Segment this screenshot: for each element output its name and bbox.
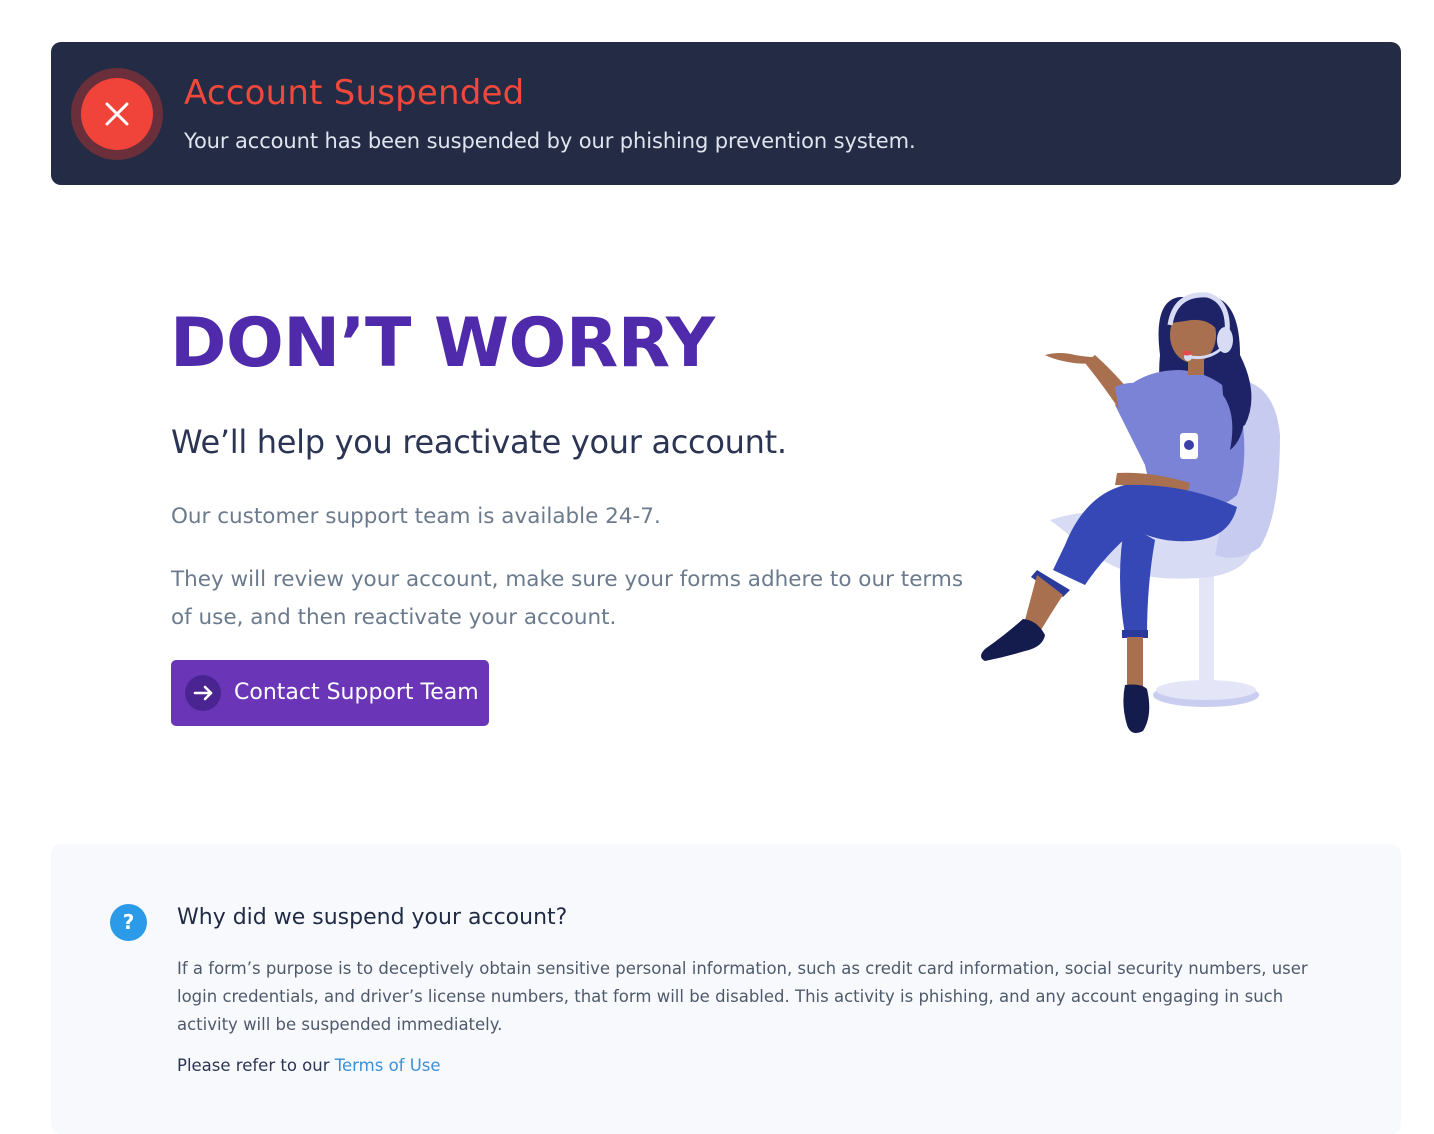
faq-answer: If a form’s purpose is to deceptively ob…: [177, 959, 1308, 1034]
question-icon: ?: [110, 904, 147, 941]
alert-message: Your account has been suspended by our p…: [184, 129, 916, 153]
faq-question: Why did we suspend your account?: [177, 905, 568, 930]
contact-support-label: Contact Support Team: [234, 680, 479, 705]
contact-support-button[interactable]: Contact Support Team: [171, 660, 489, 726]
faq-panel: ? Why did we suspend your account? If a …: [51, 844, 1401, 1134]
arrow-right-icon: [185, 675, 221, 711]
alert-title: Account Suspended: [184, 73, 525, 113]
terms-reference: Please refer to our Terms of Use: [177, 1052, 441, 1080]
terms-of-use-link[interactable]: Terms of Use: [335, 1056, 441, 1075]
hero-subtitle: We’ll help you reactivate your account.: [171, 423, 787, 461]
support-agent-illustration: [975, 285, 1295, 740]
terms-reference-prefix: Please refer to our: [177, 1056, 335, 1075]
hero-title: DON’T WORRY: [170, 304, 715, 383]
review-description: They will review your account, make sure…: [171, 567, 964, 630]
alert-icon-ring: [71, 68, 163, 160]
close-icon: [81, 78, 153, 150]
availability-text: Our customer support team is available 2…: [171, 504, 661, 529]
suspension-alert-banner: Account Suspended Your account has been …: [51, 42, 1401, 185]
